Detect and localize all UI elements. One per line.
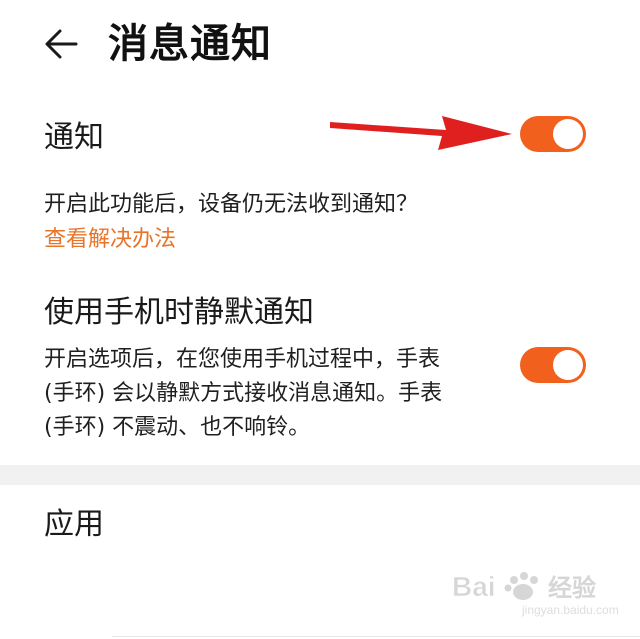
notify-hint-text: 开启此功能后，设备仍无法收到通知？	[44, 192, 419, 217]
svg-text:jingyan.baidu.com: jingyan.baidu.com	[521, 603, 619, 617]
app-header: 消息通知	[0, 0, 640, 90]
silent-notify-title: 使用手机时静默通知	[44, 295, 314, 330]
page-title: 消息通知	[108, 21, 272, 67]
silent-desc-line: 开启选项后，在您使用手机过程中，手表	[44, 347, 441, 372]
silent-desc-line: (手环) 不震动、也不响铃。	[44, 415, 311, 440]
silent-desc-line: (手环) 会以静默方式接收消息通知。手表	[44, 381, 443, 406]
toggle-knob	[553, 119, 583, 149]
red-arrow-annotation	[330, 116, 512, 150]
section-divider	[0, 465, 640, 485]
silent-notify-toggle[interactable]	[520, 347, 586, 383]
list-divider	[112, 636, 640, 637]
apps-section-header: 应用	[44, 507, 104, 542]
solution-link[interactable]: 查看解决办法	[44, 225, 176, 255]
svg-text:Bai: Bai	[452, 571, 496, 602]
notify-toggle[interactable]	[520, 116, 586, 152]
toggle-knob	[553, 350, 583, 380]
svg-text:经验: 经验	[548, 574, 596, 602]
arrow-left-icon[interactable]	[42, 24, 82, 64]
baidu-jingyan-watermark: Bai 经验 jingyan.baidu.com	[452, 571, 619, 617]
silent-notify-description: 开启选项后，在您使用手机过程中，手表 (手环) 会以静默方式接收消息通知。手表 …	[44, 343, 484, 445]
notify-label: 通知	[44, 120, 104, 155]
